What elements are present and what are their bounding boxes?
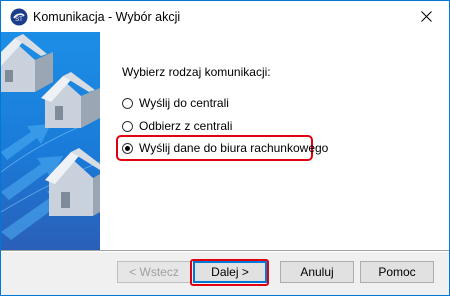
wizard-banner-image	[1, 32, 100, 250]
close-button[interactable]	[403, 1, 449, 32]
radio-send-to-headquarters[interactable]: Wyślij do centrali	[122, 95, 229, 111]
radio-button-selected[interactable]	[122, 142, 133, 154]
back-button[interactable]: < Wstecz	[117, 261, 191, 283]
window-title: Komunikacja - Wybór akcji	[33, 10, 181, 24]
radio-button[interactable]	[122, 120, 133, 132]
radio-label: Wyślij dane do biura rachunkowego	[139, 141, 329, 155]
svg-text:ST: ST	[15, 17, 23, 23]
wizard-content: Wybierz rodzaj komunikacji: Wyślij do ce…	[100, 32, 449, 250]
dialog-window: ST Komunikacja - Wybór akcji Wybierz rod…	[0, 0, 450, 296]
next-button[interactable]: Dalej >	[193, 261, 267, 283]
communication-type-prompt: Wybierz rodzaj komunikacji:	[122, 65, 271, 79]
radio-button[interactable]	[122, 97, 133, 109]
close-icon	[420, 11, 432, 22]
radio-receive-from-headquarters[interactable]: Odbierz z centrali	[122, 118, 232, 134]
app-logo-icon: ST	[10, 8, 28, 26]
radio-send-to-accounting-office[interactable]: Wyślij dane do biura rachunkowego	[122, 140, 328, 156]
footer-separator-highlight	[1, 251, 449, 252]
cancel-button[interactable]: Anuluj	[280, 261, 354, 283]
radio-label: Odbierz z centrali	[139, 119, 233, 133]
title-bar: ST Komunikacja - Wybór akcji	[1, 1, 449, 32]
radio-label: Wyślij do centrali	[139, 96, 229, 110]
help-button[interactable]: Pomoc	[360, 261, 434, 283]
houses-illustration	[1, 34, 100, 240]
